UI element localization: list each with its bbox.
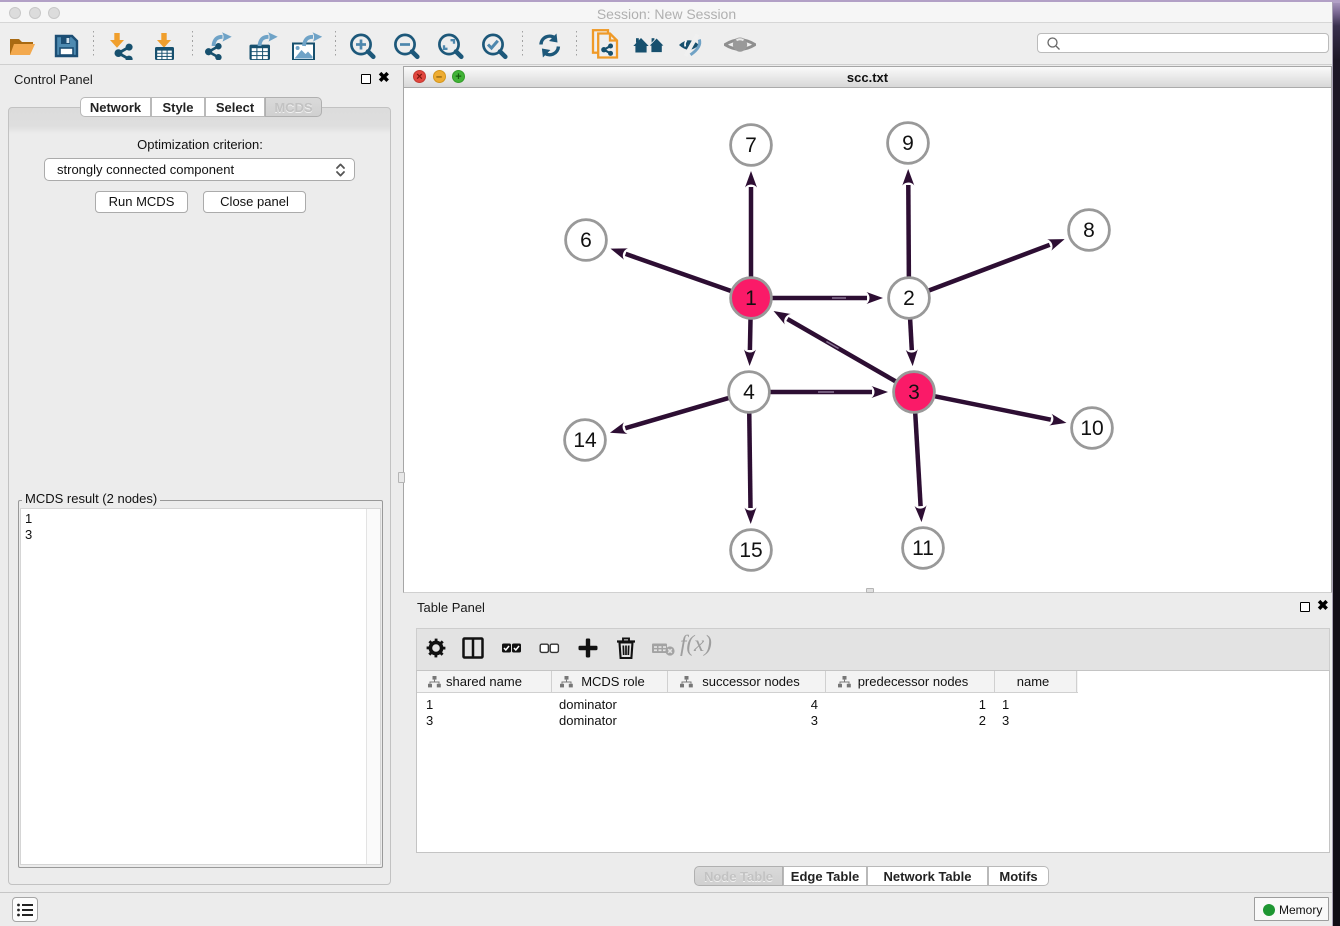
svg-text:14: 14	[573, 429, 597, 452]
svg-text:11: 11	[912, 537, 934, 560]
svg-text:15: 15	[739, 539, 762, 562]
svg-text:1: 1	[745, 287, 757, 310]
svg-text:10: 10	[1080, 417, 1103, 440]
svg-text:8: 8	[1083, 219, 1095, 242]
svg-text:9: 9	[902, 132, 914, 155]
svg-text:7: 7	[745, 134, 757, 157]
svg-text:3: 3	[908, 381, 920, 404]
svg-text:6: 6	[580, 229, 592, 252]
svg-text:4: 4	[743, 381, 755, 404]
svg-text:2: 2	[903, 287, 915, 310]
